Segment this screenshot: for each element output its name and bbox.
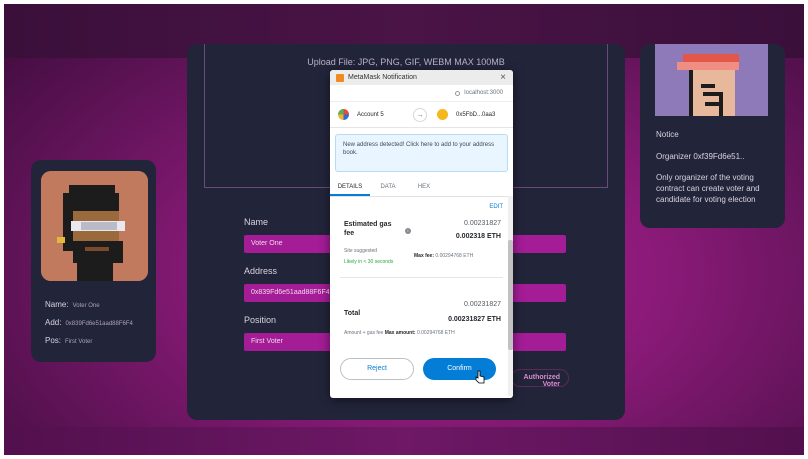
voter-name-value: Voter One — [72, 303, 100, 309]
close-icon[interactable]: × — [500, 72, 506, 83]
metamask-origin: localhost:3000 — [330, 85, 513, 102]
arrow-right-icon: → — [413, 108, 427, 122]
to-account-name: 0x5FbD...0aa3 — [456, 111, 496, 118]
tab-data[interactable]: DATA — [370, 180, 406, 196]
metamask-window-title: MetaMask Notification — [348, 74, 417, 81]
divider — [340, 277, 503, 278]
estimated-gas-label: Estimated gas fee — [344, 221, 392, 237]
amount-row: Amount + gas fee Max amount: 0.00294768 … — [344, 330, 455, 336]
punk-avatar-icon — [41, 171, 148, 281]
voter-address-label: Add: — [45, 318, 62, 327]
tab-hex[interactable]: HEX — [406, 180, 442, 196]
tab-details[interactable]: DETAILS — [330, 180, 370, 196]
bottom-bar — [4, 427, 804, 455]
voter-position-row: Pos: First Voter — [45, 336, 92, 345]
voter-position-value: First Voter — [65, 339, 93, 345]
edit-gas-link[interactable]: EDIT — [489, 204, 503, 210]
upload-hint: Upload File: JPG, PNG, GIF, WEBM MAX 100… — [307, 57, 505, 67]
voter-position-label: Pos: — [45, 336, 62, 345]
max-fee-value: 0.00294768 ETH — [435, 253, 474, 259]
confirm-button[interactable]: Confirm — [423, 358, 496, 380]
punk-notice-icon — [655, 44, 768, 116]
voter-preview-card: Name: Voter One Add: 0x839Fd6e51aad88F6F4 … — [31, 160, 156, 362]
notice-image — [655, 44, 768, 116]
voter-address-value: 0x839Fd6e51aad88F6F4 — [65, 321, 133, 327]
site-suggested: Site suggested — [344, 248, 378, 254]
account-identicon-icon — [338, 109, 349, 120]
from-account[interactable]: Account 5 — [338, 109, 384, 120]
metamask-fox-icon — [336, 73, 344, 82]
authorized-voter-button[interactable]: Authorized Voter — [511, 369, 569, 388]
notice-description: Only organizer of the voting contract ca… — [656, 173, 760, 204]
max-amount-label: Max amount: — [384, 330, 416, 336]
name-label: Name — [244, 217, 269, 227]
max-amount-value: 0.00294768 ETH — [416, 330, 455, 336]
metamask-titlebar: MetaMask Notification × — [330, 70, 513, 85]
voter-avatar — [41, 171, 148, 281]
metamask-tabs: DETAILS DATA HEX — [330, 180, 513, 197]
position-label: Position — [244, 315, 277, 325]
gas-fee-secondary: 0.00231827 — [464, 220, 501, 227]
notice-card: Notice Organizer 0xf39Fd6e51.. Only orga… — [640, 44, 785, 228]
new-address-notice[interactable]: New address detected! Click here to add … — [335, 134, 508, 172]
total-label: Total — [344, 310, 361, 317]
from-account-name: Account 5 — [357, 111, 384, 118]
max-fee: Max fee: 0.00294768 ETH — [414, 253, 473, 259]
metamask-accounts-row: Account 5 → 0x5FbD...0aa3 — [330, 102, 513, 128]
address-label: Address — [244, 266, 278, 276]
total-primary: 0.00231827 ETH — [448, 316, 501, 323]
metamask-details: EDIT Estimated gas fee i 0.00231827 0.00… — [330, 197, 513, 385]
amount-line: Amount + gas fee — [344, 330, 384, 336]
reject-button[interactable]: Reject — [340, 358, 414, 380]
app-background: Upload File: JPG, PNG, GIF, WEBM MAX 100… — [4, 4, 804, 455]
scrollbar-thumb[interactable] — [508, 240, 513, 350]
total-secondary: 0.00231827 — [464, 301, 501, 308]
to-account[interactable]: 0x5FbD...0aa3 — [437, 109, 495, 120]
origin-dot-icon — [455, 90, 461, 96]
max-fee-label: Max fee: — [414, 253, 435, 259]
info-icon[interactable]: i — [405, 228, 411, 234]
voter-name-row: Name: Voter One — [45, 300, 100, 309]
voter-name-label: Name: — [45, 300, 69, 309]
notice-title: Notice — [656, 130, 679, 139]
likely-time: Likely in < 30 seconds — [344, 259, 394, 265]
contract-identicon-icon — [437, 109, 448, 120]
origin-text: localhost:3000 — [464, 90, 503, 96]
hand-cursor-icon — [475, 370, 485, 384]
gas-fee-primary: 0.002318 ETH — [455, 233, 501, 240]
metamask-popup: MetaMask Notification × localhost:3000 A… — [330, 70, 513, 398]
voter-address-row: Add: 0x839Fd6e51aad88F6F4 — [45, 318, 133, 327]
notice-organizer: Organizer 0xf39Fd6e51.. — [656, 152, 745, 161]
